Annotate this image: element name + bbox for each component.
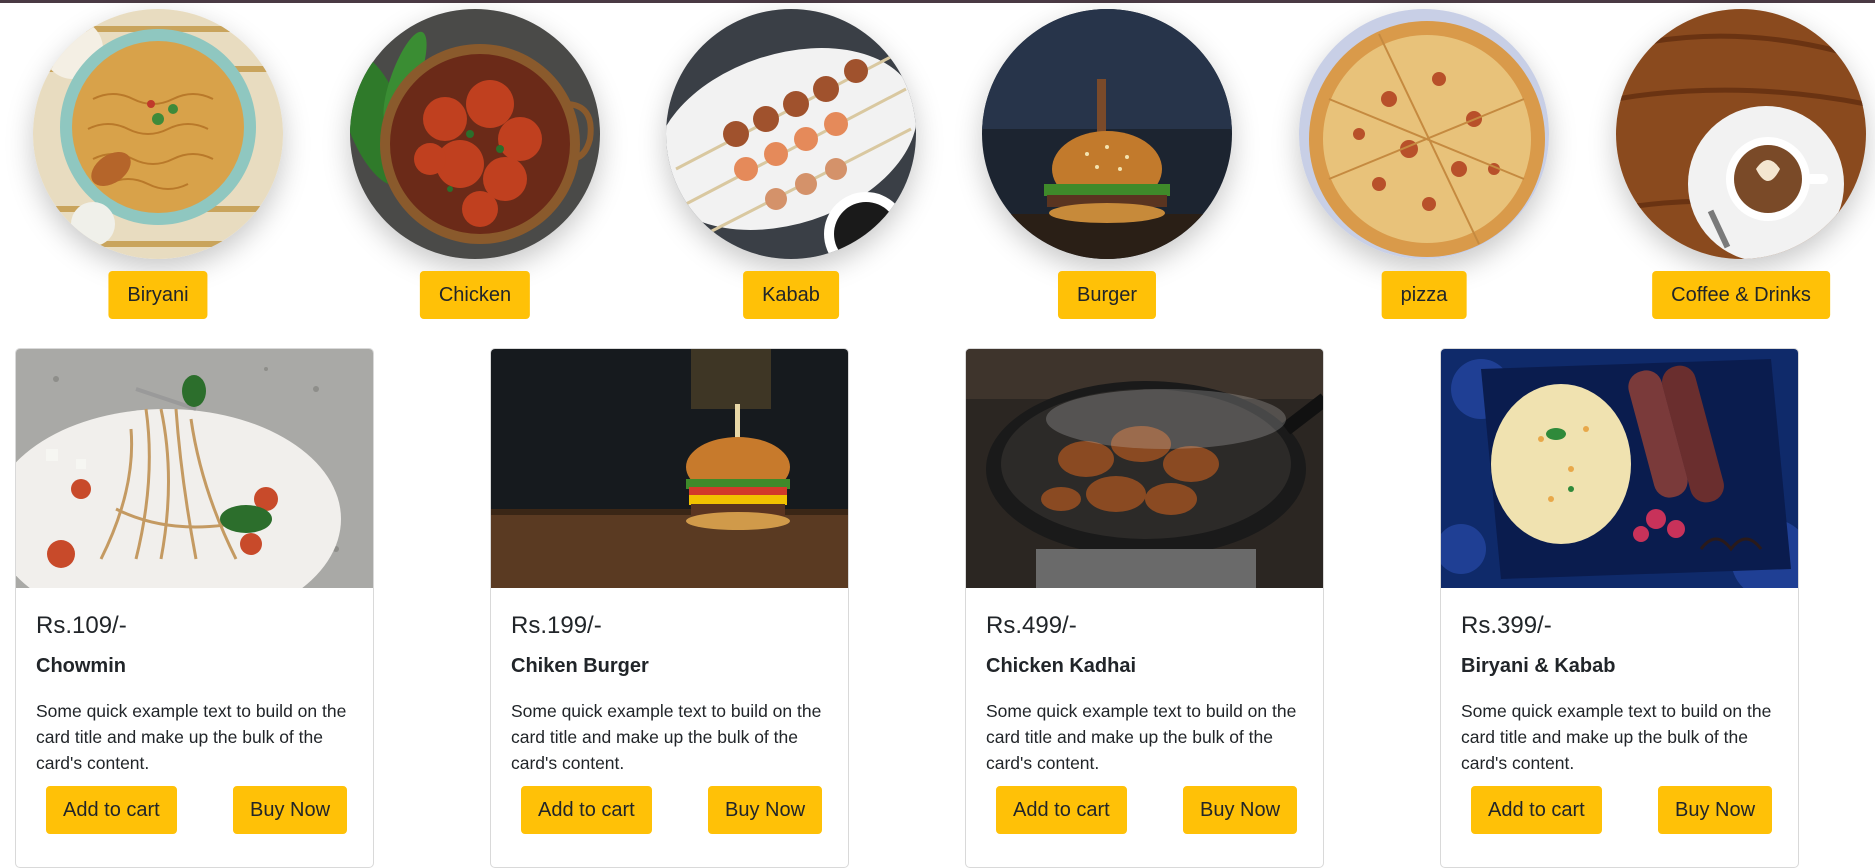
card-actions: Add to cart Buy Now — [491, 786, 848, 834]
category-burger[interactable]: Burger — [982, 9, 1232, 319]
buy-now-button[interactable]: Buy Now — [233, 786, 348, 834]
biryani-kabab-plate-photo — [1441, 349, 1798, 588]
category-button-burger[interactable]: Burger — [1057, 271, 1157, 319]
category-chicken[interactable]: Chicken — [350, 9, 600, 319]
product-name: Chicken Kadhai — [986, 655, 1137, 677]
category-button-kabab[interactable]: Kabab — [743, 271, 839, 319]
card-actions: Add to cart Buy Now — [1441, 786, 1798, 834]
category-button-coffee-drinks[interactable]: Coffee & Drinks — [1652, 271, 1830, 319]
add-to-cart-button[interactable]: Add to cart — [1471, 786, 1602, 834]
product-description: Some quick example text to build on the … — [1461, 701, 1772, 773]
card-actions: Add to cart Buy Now — [966, 786, 1323, 834]
category-button-pizza[interactable]: pizza — [1381, 271, 1467, 319]
product-name: Chiken Burger — [511, 655, 649, 677]
category-kabab[interactable]: Kabab — [666, 9, 916, 319]
buy-now-button[interactable]: Buy Now — [1658, 786, 1773, 834]
category-button-biryani[interactable]: Biryani — [108, 271, 208, 319]
kabab-skewers-photo[interactable] — [666, 9, 916, 259]
top-border — [0, 0, 1875, 3]
noodles-fork-photo — [16, 349, 373, 588]
pizza-photo[interactable] — [1299, 9, 1549, 259]
product-description: Some quick example text to build on the … — [36, 701, 347, 773]
card-actions: Add to cart Buy Now — [16, 786, 373, 834]
product-price: Rs.109/- — [36, 612, 127, 639]
product-card-chicken-kadhai: Rs.499/- Chicken Kadhai Some quick examp… — [965, 348, 1324, 868]
coffee-cup-photo[interactable] — [1616, 9, 1866, 259]
product-price: Rs.399/- — [1461, 612, 1552, 639]
product-name: Biryani & Kabab — [1461, 655, 1616, 677]
chicken-dish-photo[interactable] — [350, 9, 600, 259]
buy-now-button[interactable]: Buy Now — [708, 786, 823, 834]
product-description: Some quick example text to build on the … — [986, 701, 1297, 773]
product-card-chowmin: Rs.109/- Chowmin Some quick example text… — [15, 348, 374, 868]
biryani-bowl-photo[interactable] — [33, 9, 283, 259]
product-price: Rs.199/- — [511, 612, 602, 639]
product-card-biryani-kabab: Rs.399/- Biryani & Kabab Some quick exam… — [1440, 348, 1799, 868]
product-name: Chowmin — [36, 655, 126, 677]
product-price: Rs.499/- — [986, 612, 1077, 639]
category-biryani[interactable]: Biryani — [33, 9, 283, 319]
kadhai-pan-photo — [966, 349, 1323, 588]
category-pizza[interactable]: pizza — [1299, 9, 1549, 319]
add-to-cart-button[interactable]: Add to cart — [521, 786, 652, 834]
category-strip: Biryani Chicken Kabab Burger pizza Coffe… — [0, 9, 1875, 319]
buy-now-button[interactable]: Buy Now — [1183, 786, 1298, 834]
category-coffee-drinks[interactable]: Coffee & Drinks — [1616, 9, 1866, 319]
burger-on-table-photo — [491, 349, 848, 588]
add-to-cart-button[interactable]: Add to cart — [996, 786, 1127, 834]
category-button-chicken[interactable]: Chicken — [419, 271, 531, 319]
product-card-chiken-burger: Rs.199/- Chiken Burger Some quick exampl… — [490, 348, 849, 868]
product-description: Some quick example text to build on the … — [511, 701, 822, 773]
add-to-cart-button[interactable]: Add to cart — [46, 786, 177, 834]
burger-photo[interactable] — [982, 9, 1232, 259]
